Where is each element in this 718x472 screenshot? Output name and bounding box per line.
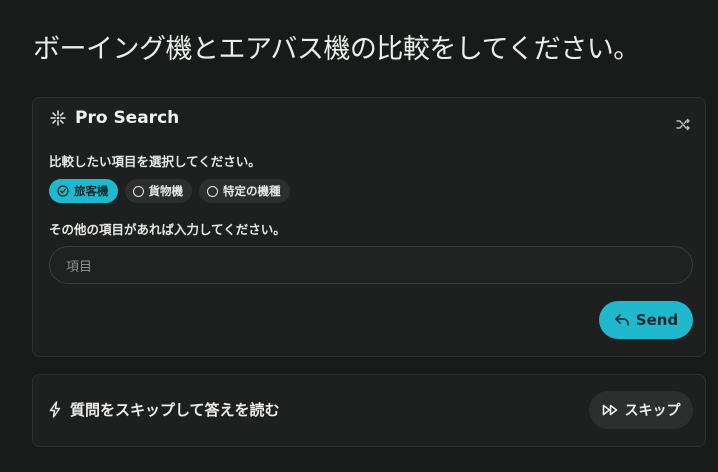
skip-button[interactable]: スキップ: [589, 391, 693, 429]
skip-button-label: スキップ: [624, 403, 681, 419]
send-button[interactable]: Send: [599, 301, 693, 339]
skip-prompt: 質問をスキップして答えを読む: [49, 399, 280, 420]
question-other-items: その他の項目があれば入力してください。: [49, 222, 286, 237]
question-select-items: 比較したい項目を選択してください。: [49, 154, 261, 169]
pro-search-title: Pro Search: [75, 108, 180, 128]
option-label: 特定の機種: [223, 184, 281, 198]
item-input-placeholder: 項目: [66, 259, 93, 275]
query-title: ボーイング機とエアバス機の比較をしてください。: [33, 34, 640, 65]
skip-card: 質問をスキップして答えを読む スキップ: [32, 374, 706, 447]
radio-circle-icon: [207, 185, 218, 197]
shuffle-icon[interactable]: [676, 118, 691, 131]
fast-forward-icon: [602, 404, 619, 416]
skip-prompt-text: 質問をスキップして答えを読む: [70, 401, 280, 419]
lightning-icon: [49, 401, 61, 418]
option-passenger-aircraft[interactable]: 旅客機: [49, 179, 118, 203]
radio-circle-icon: [132, 185, 144, 197]
send-label: Send: [635, 311, 679, 329]
check-circle-icon: [57, 185, 69, 197]
option-cargo-aircraft[interactable]: 貨物機: [124, 179, 192, 203]
option-label: 旅客機: [74, 184, 109, 198]
pro-search-card: Pro Search 比較したい項目を選択してください。 旅客機 貨物機 特定の…: [32, 97, 706, 357]
pro-search-header: Pro Search: [49, 108, 179, 128]
option-specific-model[interactable]: 特定の機種: [199, 179, 290, 203]
sparkle-icon: [49, 109, 67, 127]
reply-arrow-icon: [614, 313, 630, 327]
option-list: 旅客機 貨物機 特定の機種: [49, 179, 290, 203]
item-input[interactable]: 項目: [49, 246, 693, 284]
option-label: 貨物機: [148, 184, 184, 198]
